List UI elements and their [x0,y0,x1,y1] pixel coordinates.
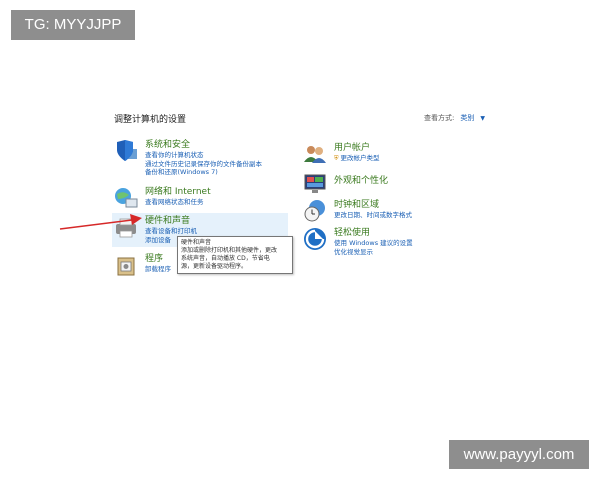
link-network-status[interactable]: 查看网络状态和任务 [145,198,211,207]
link-backup-restore[interactable]: 备份和还原(Windows 7) [145,168,262,177]
link-text: 更改帐户类型 [340,154,380,162]
link-recommended-settings[interactable]: 使用 Windows 建议的设置 [334,239,413,248]
category-appearance[interactable]: 外观和个性化 [303,172,388,196]
category-title[interactable]: 系统和安全 [145,139,262,151]
link-uninstall-program[interactable]: 卸载程序 [145,265,171,274]
link-view-status[interactable]: 查看你的计算机状态 [145,151,262,160]
view-by-label: 查看方式: [424,114,455,122]
category-system-security[interactable]: 系统和安全 查看你的计算机状态 通过文件历史记录保存你的文件备份副本 备份和还原… [114,139,262,177]
category-title[interactable]: 网络和 Internet [145,186,211,198]
link-date-time-format[interactable]: 更改日期、时间或数字格式 [334,211,412,220]
tooltip-line: 系统声音，自动播放 CD，节省电 [181,255,270,262]
users-icon [303,142,327,166]
link-devices-printers[interactable]: 查看设备和打印机 [145,227,197,236]
hardware-tooltip: 硬件和声音 添加或删除打印机和其他硬件，更改 系统声音，自动播放 CD，节省电 … [177,236,293,274]
category-ease-of-access[interactable]: 轻松使用 使用 Windows 建议的设置 优化视觉显示 [303,227,413,256]
chevron-down-icon[interactable]: ▼ [480,115,485,122]
category-user-accounts[interactable]: 用户帐户 ⛨ 更改帐户类型 [303,142,380,166]
category-title[interactable]: 程序 [145,253,171,265]
clock-globe-icon [303,199,327,223]
link-file-history[interactable]: 通过文件历史记录保存你的文件备份副本 [145,160,262,169]
tooltip-line: 源，更新设备驱动程序。 [181,263,248,270]
category-title[interactable]: 硬件和声音 [145,215,197,227]
category-title[interactable]: 外观和个性化 [334,175,388,187]
watermark-top: TG: MYYJJPP [11,10,135,40]
shield-icon [114,139,138,163]
tooltip-line: 添加或删除打印机和其他硬件，更改 [181,247,278,254]
view-by-dropdown[interactable]: 类别 [460,113,474,123]
tooltip-title: 硬件和声音 [181,239,212,246]
red-arrow-annotation [59,214,142,230]
printer-icon [114,215,138,239]
category-title[interactable]: 用户帐户 [334,142,380,154]
category-programs[interactable]: 程序 卸载程序 [114,253,171,277]
link-optimize-display[interactable]: 优化视觉显示 [334,248,413,257]
link-change-account-type[interactable]: ⛨ 更改帐户类型 [334,154,380,164]
category-title[interactable]: 时钟和区域 [334,199,412,211]
category-clock-region[interactable]: 时钟和区域 更改日期、时间或数字格式 [303,199,412,223]
category-title[interactable]: 轻松使用 [334,227,413,239]
programs-box-icon [114,253,138,277]
network-globe-icon [114,186,138,210]
watermark-bottom: www.payyyl.com [449,440,589,469]
view-by: 查看方式: 类别 ▼ [424,113,485,123]
display-icon [303,172,327,196]
page-title: 调整计算机的设置 [114,115,187,125]
category-network-internet[interactable]: 网络和 Internet 查看网络状态和任务 [114,186,211,210]
uac-shield-icon: ⛨ [334,155,339,162]
ease-of-access-icon [303,227,327,251]
